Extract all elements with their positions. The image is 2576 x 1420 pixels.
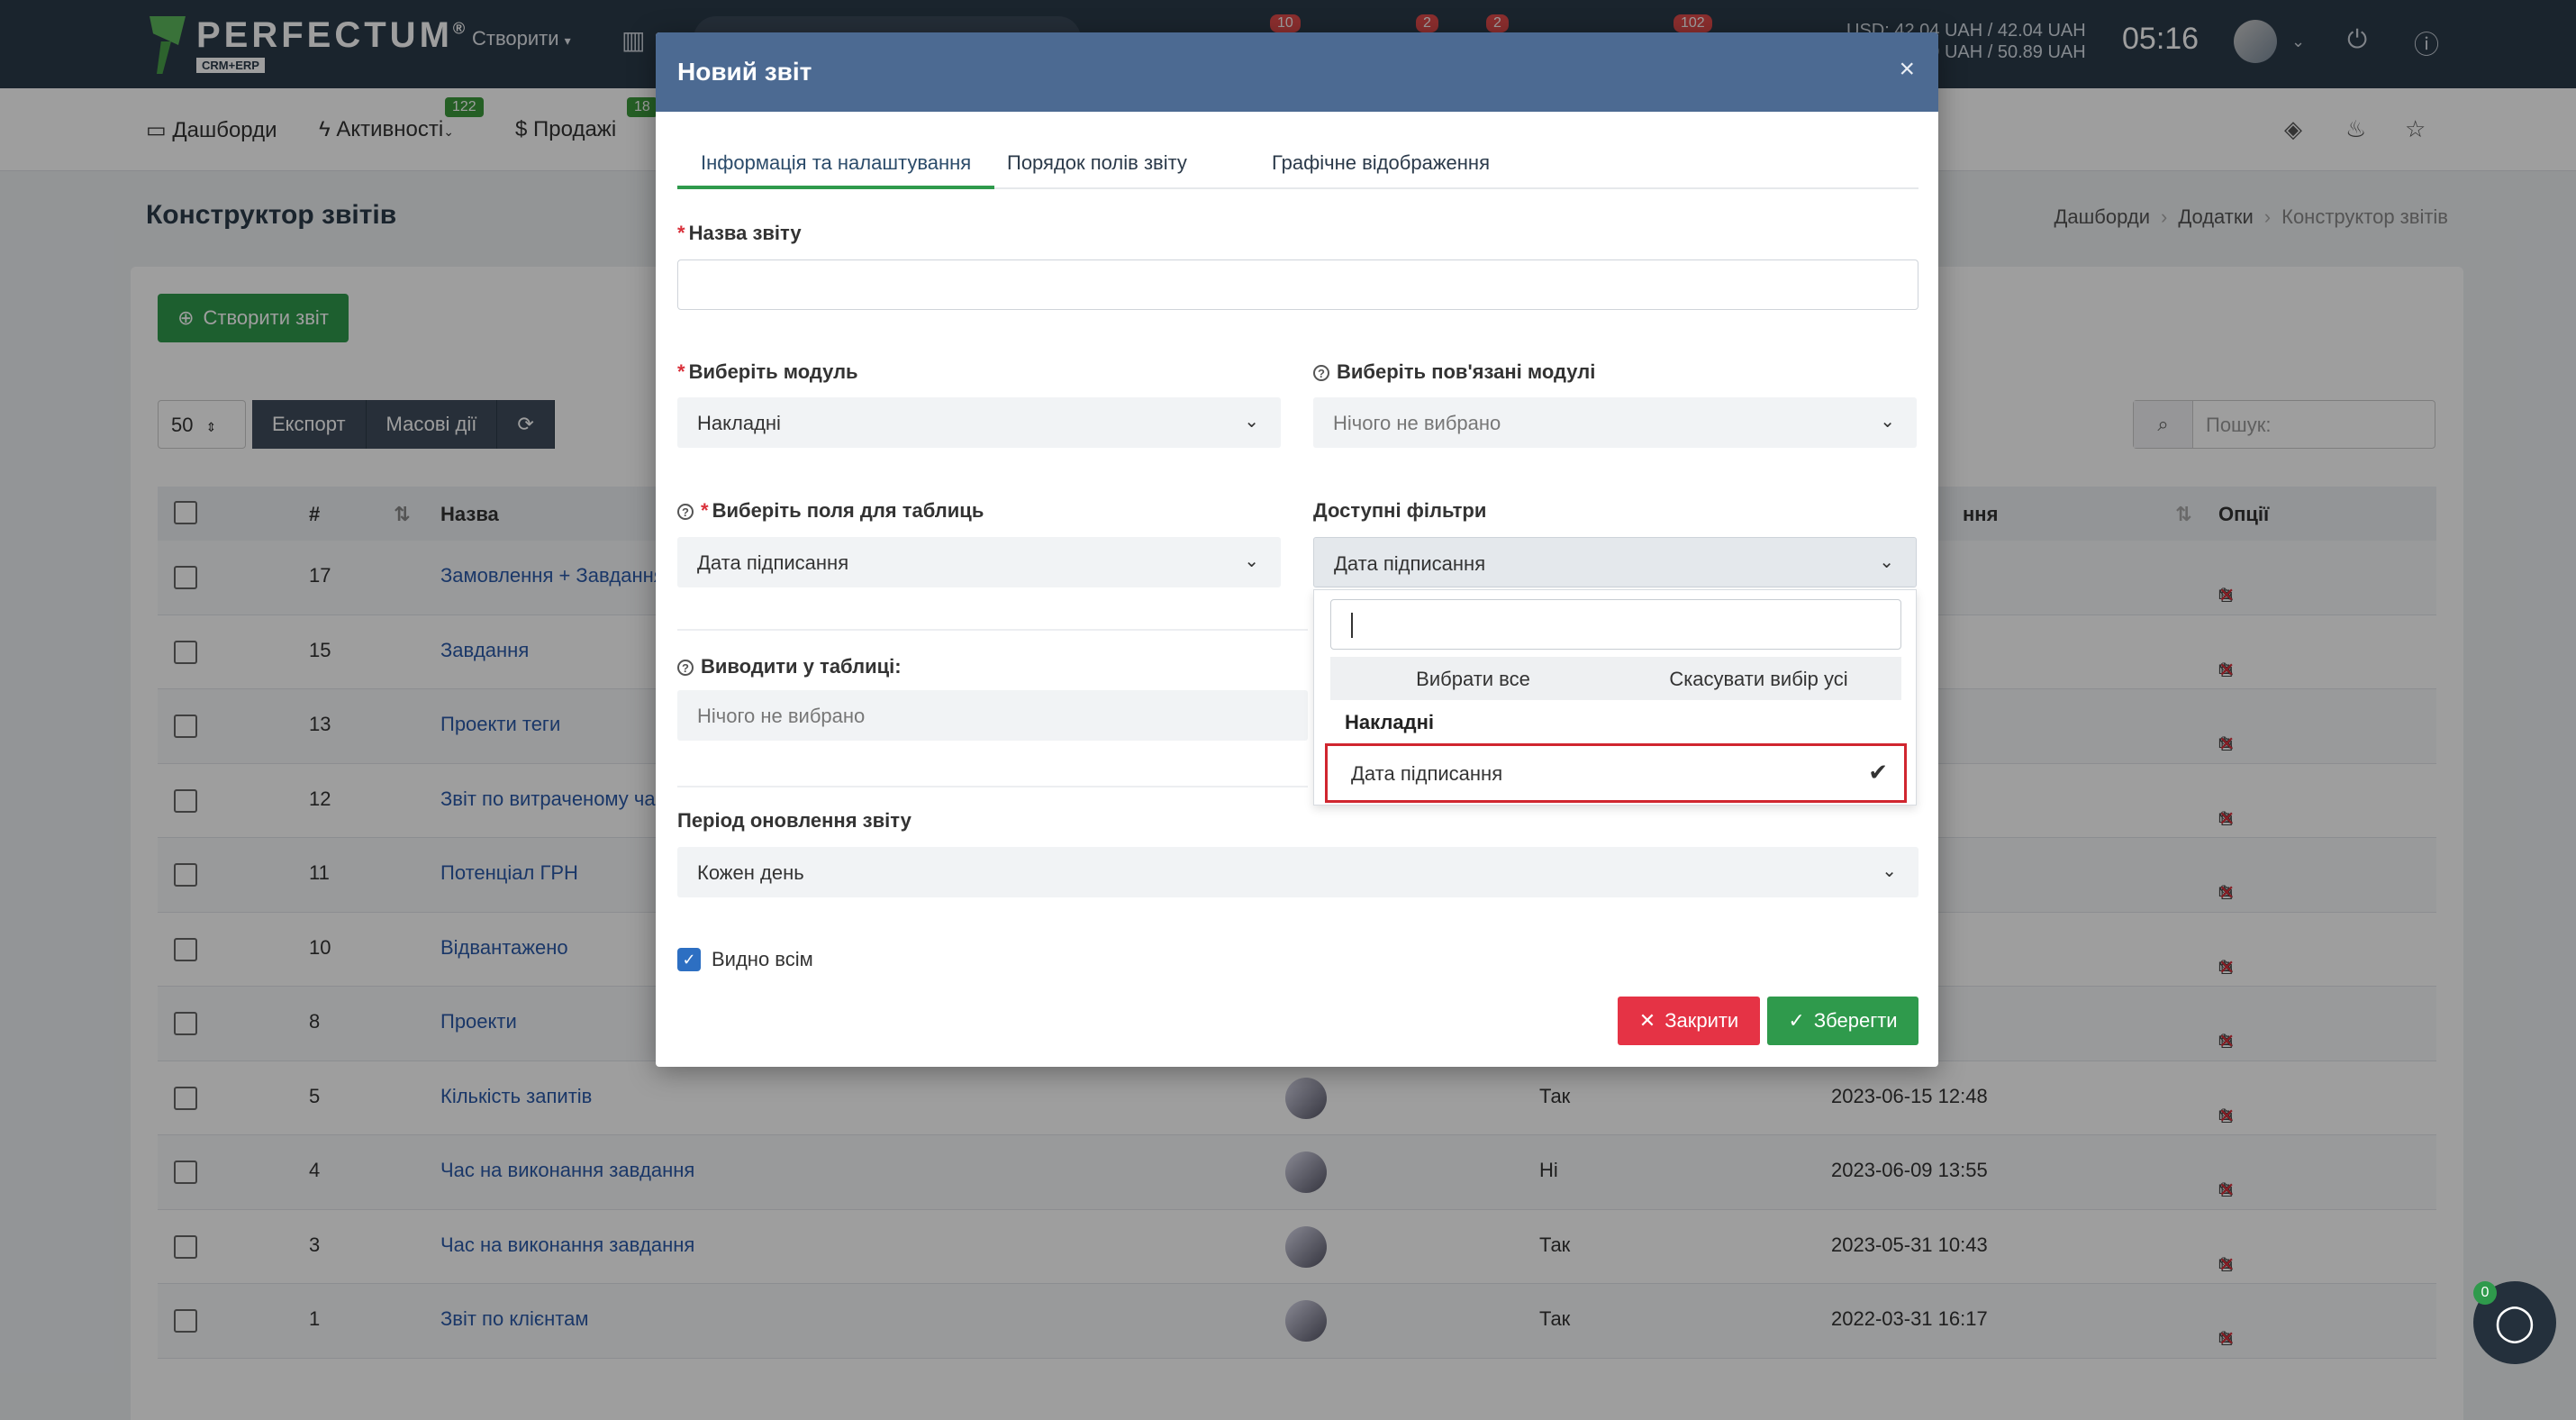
select-all-button[interactable]: Вибрати все	[1330, 657, 1616, 700]
fields-select[interactable]: Дата підписання ⌄	[677, 537, 1281, 587]
filters-value: Дата підписання	[1334, 552, 1486, 575]
checkmark-icon: ✔	[1868, 759, 1888, 786]
divider	[677, 629, 1308, 631]
related-modules-value: Нічого не вибрано	[1333, 412, 1501, 434]
close-icon: ✕	[1638, 1009, 1656, 1032]
fields-label: ? * Виберіть поля для таблиць	[677, 499, 984, 523]
close-icon[interactable]: ×	[1899, 54, 1915, 85]
chevron-down-icon: ⌄	[1244, 551, 1259, 571]
modal-tabs: Інформація та налаштування Порядок полів…	[677, 144, 1918, 189]
period-select[interactable]: Кожен день ⌄	[677, 847, 1918, 897]
tab-graphics[interactable]: Графічне відображення	[1248, 144, 1513, 189]
period-label: Період оновлення звіту	[677, 809, 912, 832]
report-name-input[interactable]	[677, 259, 1918, 310]
related-modules-label: ? Виберіть пов'язані модулі	[1313, 360, 1595, 384]
filters-dropdown: Вибрати все Скасувати вибір усі Накладні…	[1313, 589, 1917, 806]
fields-value: Дата підписання	[697, 551, 849, 574]
dropdown-option[interactable]: Дата підписання ✔	[1325, 743, 1907, 803]
output-select[interactable]: Нічого не вибрано	[677, 690, 1308, 741]
visible-all-checkbox[interactable]: ✓	[677, 948, 701, 971]
text-cursor	[1351, 613, 1353, 638]
modal-header: Новий звіт ×	[656, 32, 1938, 112]
module-label: * Виберіть модуль	[677, 360, 858, 383]
related-modules-select[interactable]: Нічого не вибрано ⌄	[1313, 397, 1917, 448]
dropdown-group-header: Накладні	[1345, 711, 1434, 733]
module-value: Накладні	[697, 412, 781, 434]
question-icon: ?	[677, 504, 694, 520]
filters-label: Доступні фільтри	[1313, 499, 1487, 522]
dropdown-option-label: Дата підписання	[1351, 762, 1503, 785]
chevron-down-icon: ⌄	[1244, 412, 1259, 432]
chevron-down-icon: ⌄	[1882, 861, 1897, 881]
output-value: Нічого не вибрано	[697, 705, 866, 727]
module-select[interactable]: Накладні ⌄	[677, 397, 1281, 448]
close-button-label: Закрити	[1664, 1009, 1739, 1032]
modal-title: Новий звіт	[677, 58, 812, 86]
question-icon: ?	[1313, 365, 1329, 381]
save-button-label: Зберегти	[1813, 1009, 1898, 1032]
question-icon: ?	[677, 660, 694, 676]
close-button[interactable]: ✕ Закрити	[1618, 997, 1760, 1045]
check-icon: ✓	[1788, 1009, 1805, 1032]
tab-field-order[interactable]: Порядок полів звіту	[984, 144, 1211, 189]
chat-bubble-icon: ◯	[2494, 1303, 2535, 1343]
report-name-label: * Назва звіту	[677, 222, 802, 244]
filters-select[interactable]: Дата підписання ⌄	[1313, 537, 1917, 587]
tab-info-settings[interactable]: Інформація та налаштування	[677, 144, 995, 189]
chevron-down-icon: ⌄	[1880, 412, 1895, 432]
visible-all-label: Видно всім	[712, 948, 813, 970]
dropdown-search-input[interactable]	[1330, 599, 1901, 650]
deselect-all-button[interactable]: Скасувати вибір усі	[1616, 657, 1901, 700]
period-value: Кожен день	[697, 861, 804, 884]
divider	[677, 786, 1308, 787]
output-label: ? Виводити у таблиці:	[677, 655, 902, 678]
dropdown-actions: Вибрати все Скасувати вибір усі	[1330, 657, 1901, 700]
chevron-down-icon: ⌄	[1879, 552, 1894, 572]
save-button[interactable]: ✓ Зберегти	[1767, 997, 1918, 1045]
chat-badge: 0	[2473, 1281, 2497, 1305]
